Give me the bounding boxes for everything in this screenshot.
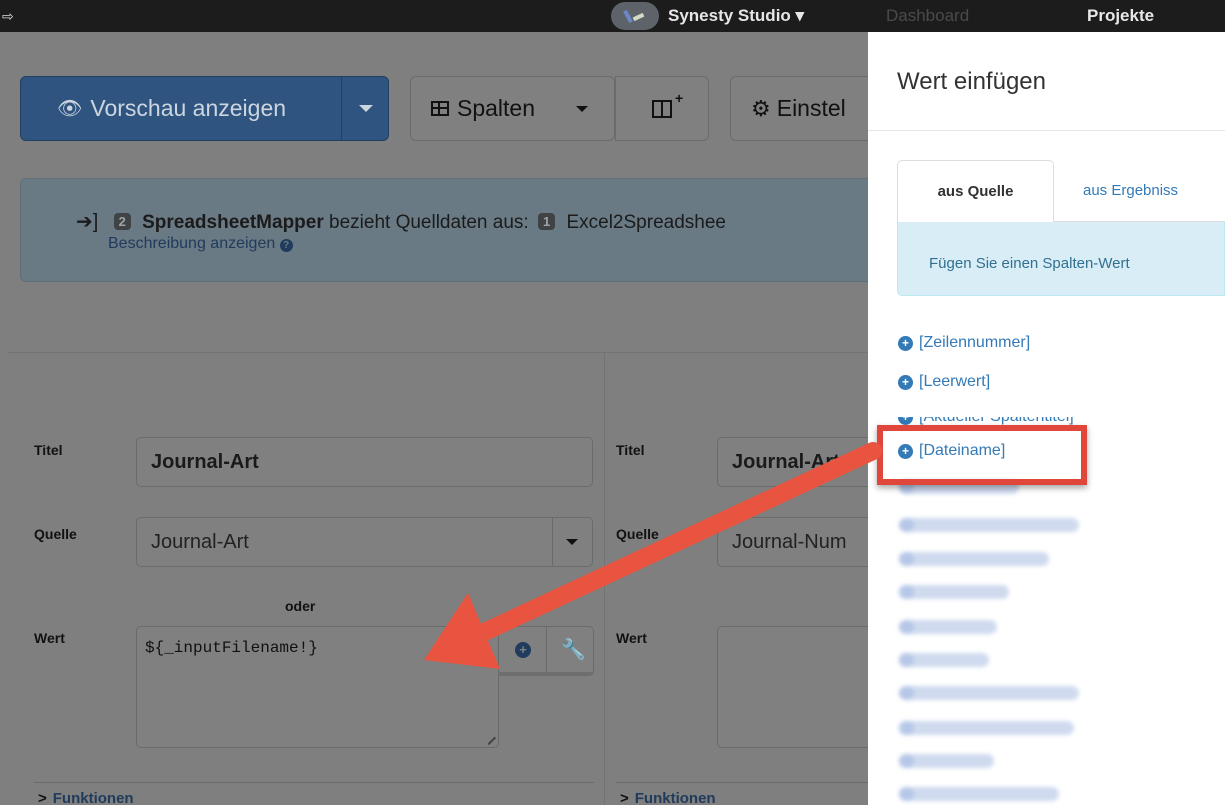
value-button-group: + 🔧: [498, 626, 594, 676]
blurred-option[interactable]: [899, 686, 1079, 700]
gear-icon: ⚙: [751, 95, 771, 121]
caret-down-icon: [359, 105, 373, 112]
blurred-option[interactable]: [899, 787, 1059, 801]
insert-value-modal: Wert einfügen aus Quelle aus Ergebniss F…: [868, 32, 1225, 805]
source-select-value: Journal-Num: [732, 530, 847, 553]
source-select[interactable]: Journal-Art: [136, 517, 593, 567]
question-circle-icon: ?: [279, 239, 293, 252]
blurred-option[interactable]: [899, 653, 989, 667]
plus-circle-icon: +: [898, 417, 913, 425]
title-input-value: Journal-Art: [151, 450, 259, 473]
title-label: Titel: [616, 442, 645, 458]
value-label: Wert: [616, 630, 647, 646]
plus-circle-icon: +: [898, 375, 913, 390]
value-textarea-content: ${_inputFilename!}: [145, 639, 318, 657]
title-input-value: Journal-Art: [732, 450, 840, 473]
blurred-option[interactable]: [899, 585, 1009, 599]
preview-dropdown-toggle[interactable]: [341, 77, 389, 140]
source-info-text: ➔] 2 SpreadsheetMapper bezieht Quelldate…: [76, 209, 726, 234]
chevron-right-icon: >: [620, 790, 629, 805]
plus-circle-icon: +: [898, 336, 913, 351]
source-select-toggle[interactable]: [552, 518, 592, 566]
step-name: SpreadsheetMapper: [142, 212, 324, 233]
value-textarea[interactable]: ${_inputFilename!}: [136, 626, 499, 748]
column-divider: [604, 352, 605, 805]
caret-down-icon: [576, 106, 588, 112]
wrench-icon[interactable]: 🔧: [561, 637, 586, 662]
tab-from-results[interactable]: aus Ergebniss: [1083, 182, 1178, 199]
preview-button-label: Vorschau anzeigen: [90, 95, 287, 121]
functions-divider: [34, 782, 594, 783]
table-icon: [431, 101, 449, 116]
insert-value-button[interactable]: +: [515, 642, 531, 658]
option-current-column-title[interactable]: +[Aktueller Spaltentitel]: [898, 417, 1198, 425]
source-select[interactable]: Journal-Num: [717, 517, 868, 567]
chevron-right-icon: >: [38, 790, 47, 805]
or-label: oder: [285, 598, 316, 614]
option-empty-value[interactable]: + [Leerwert]: [898, 373, 990, 391]
title-input[interactable]: Journal-Art: [136, 437, 593, 487]
source-text: bezieht Quelldaten aus:: [329, 212, 529, 233]
value-textarea[interactable]: [717, 626, 868, 748]
modal-title: Wert einfügen: [897, 68, 1046, 95]
source-label: Quelle: [34, 526, 77, 542]
nav-link-dashboard[interactable]: Dashboard: [886, 6, 969, 26]
title-input[interactable]: Journal-Art: [717, 437, 868, 487]
blurred-option[interactable]: [899, 518, 1079, 532]
button-separator: [546, 627, 547, 673]
sign-in-icon[interactable]: ⇨: [2, 8, 14, 25]
source-info-alert: ➔] 2 SpreadsheetMapper bezieht Quelldate…: [20, 178, 880, 282]
modal-header: Wert einfügen: [868, 32, 1225, 131]
source-name: Excel2Spreadshee: [566, 212, 726, 233]
tab-from-source[interactable]: aus Quelle: [897, 160, 1054, 222]
preview-button-group: 👁 Vorschau anzeigen: [20, 76, 389, 141]
blurred-option[interactable]: [899, 754, 994, 768]
option-row-number[interactable]: + [Zeilennummer]: [898, 334, 1030, 352]
functions-divider: [616, 782, 868, 783]
eye-icon: 👁: [57, 98, 83, 120]
modal-info-box: Fügen Sie einen Spalten-Wert: [897, 222, 1225, 296]
columns-button-label: Spalten: [457, 95, 536, 121]
brand-logo[interactable]: [611, 2, 659, 30]
top-navbar: ⇨ Synesty Studio ▾ Dashboard Projekte: [0, 0, 1225, 32]
show-description-link[interactable]: Beschreibung anzeigen ?: [108, 235, 293, 253]
sign-in-icon: ➔]: [76, 211, 99, 233]
title-label: Titel: [34, 442, 63, 458]
nav-link-projekte[interactable]: Projekte: [1087, 6, 1154, 26]
source-badge: 1: [537, 213, 556, 230]
blurred-option[interactable]: [899, 721, 1074, 735]
caret-down-icon: [566, 539, 578, 545]
functions-toggle[interactable]: > Funktionen: [38, 790, 134, 805]
add-column-icon: +: [652, 90, 683, 118]
resize-handle[interactable]: [481, 730, 497, 746]
step-badge: 2: [113, 213, 131, 230]
blurred-option[interactable]: [899, 552, 1049, 566]
preview-button[interactable]: 👁 Vorschau anzeigen: [21, 77, 341, 140]
value-label: Wert: [34, 630, 65, 646]
highlight-box: [877, 425, 1087, 485]
functions-toggle[interactable]: > Funktionen: [620, 790, 716, 805]
blurred-option[interactable]: [899, 620, 997, 634]
settings-button-label: Einstel: [776, 95, 846, 121]
brand-dropdown[interactable]: Synesty Studio ▾: [668, 6, 804, 26]
add-column-button[interactable]: +: [615, 76, 709, 141]
source-label: Quelle: [616, 526, 659, 542]
settings-button[interactable]: ⚙ Einstel: [730, 76, 890, 141]
source-select-value: Journal-Art: [151, 530, 249, 553]
columns-dropdown-button[interactable]: Spalten: [410, 76, 615, 141]
